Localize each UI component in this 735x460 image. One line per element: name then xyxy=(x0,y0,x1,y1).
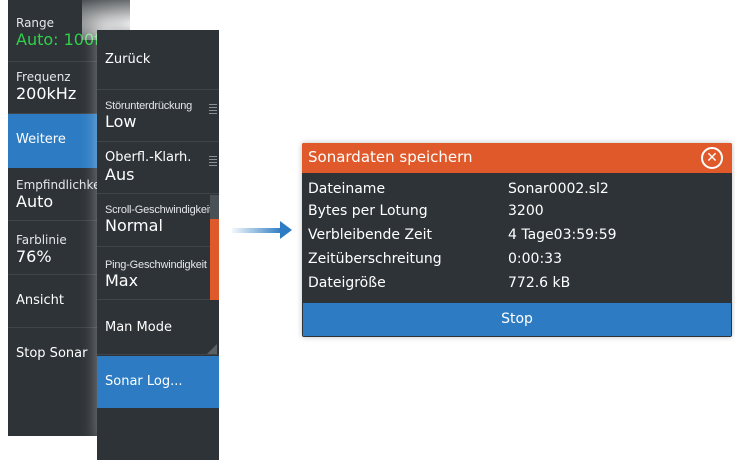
dialog-row-dateigroesse: Dateigröße 772.6 kB xyxy=(308,275,718,297)
dialog-row-bytes-per-lotung: Bytes per Lotung 3200 xyxy=(308,203,718,225)
row-value: 3200 xyxy=(508,203,544,219)
row-value: Sonar0002.sl2 xyxy=(508,181,609,197)
submenu-item-label: Sonar Log... xyxy=(105,374,183,389)
sonar-sub-menu: Zurück Störunterdrückung Low Oberfl.-Kla… xyxy=(97,30,219,460)
stop-button[interactable]: Stop xyxy=(303,303,731,336)
submenu-item-value: Max xyxy=(105,271,139,290)
submenu-item-label: Ping-Geschwindigkeit xyxy=(105,259,207,271)
row-value: 4 Tage03:59:59 xyxy=(508,227,617,243)
submenu-item-scroll-geschwindigkeit[interactable]: Scroll-Geschwindigkeit Normal xyxy=(97,194,210,247)
submenu-item-label: Man Mode xyxy=(105,320,172,335)
submenu-item-zurueck[interactable]: Zurück xyxy=(97,30,219,90)
row-label: Bytes per Lotung xyxy=(308,203,428,219)
resize-corner-icon xyxy=(207,344,217,354)
submenu-item-label: Scroll-Geschwindigkeit xyxy=(105,204,210,216)
submenu-item-value: Low xyxy=(105,112,137,131)
row-label: Verbleibende Zeit xyxy=(308,227,433,243)
close-icon[interactable]: ✕ xyxy=(701,147,723,169)
submenu-item-label: Störunterdrückung xyxy=(105,100,193,112)
submenu-item-value: Normal xyxy=(105,216,163,235)
row-value: 0:00:33 xyxy=(508,251,562,267)
submenu-item-oberfl-klarh[interactable]: Oberfl.-Klarh. Aus xyxy=(97,142,219,194)
submenu-item-label: Zurück xyxy=(105,52,151,67)
submenu-item-stoerunterdrueckung[interactable]: Störunterdrückung Low xyxy=(97,90,219,142)
submenu-item-sonar-log[interactable]: Sonar Log... xyxy=(97,356,219,408)
dialog-header: Sonardaten speichern ✕ xyxy=(302,143,732,173)
dialog-row-dateiname: Dateiname Sonar0002.sl2 xyxy=(308,181,718,203)
dialog-row-zeitueberschreitung: Zeitüberschreitung 0:00:33 xyxy=(308,251,718,273)
submenu-item-man-mode[interactable]: Man Mode xyxy=(97,300,219,355)
submenu-item-ping-geschwindigkeit[interactable]: Ping-Geschwindigkeit Max xyxy=(97,247,210,300)
row-label: Zeitüberschreitung xyxy=(308,251,442,267)
dialog-row-verbleibende-zeit: Verbleibende Zeit 4 Tage03:59:59 xyxy=(308,227,718,249)
arrow-right-icon xyxy=(280,221,292,239)
grip-icon xyxy=(209,156,217,166)
grip-icon xyxy=(209,104,217,114)
dialog-title: Sonardaten speichern xyxy=(308,148,473,166)
submenu-item-label: Oberfl.-Klarh. xyxy=(105,150,192,165)
submenu-scrollbar[interactable] xyxy=(210,195,219,300)
submenu-item-value: Aus xyxy=(105,165,135,184)
row-label: Dateiname xyxy=(308,181,386,197)
row-value: 772.6 kB xyxy=(508,275,571,291)
arrow-shaft xyxy=(232,228,282,233)
sonar-log-dialog: Sonardaten speichern ✕ Dateiname Sonar00… xyxy=(302,143,732,337)
submenu-scrollbar-thumb[interactable] xyxy=(210,219,219,300)
row-label: Dateigröße xyxy=(308,275,386,291)
